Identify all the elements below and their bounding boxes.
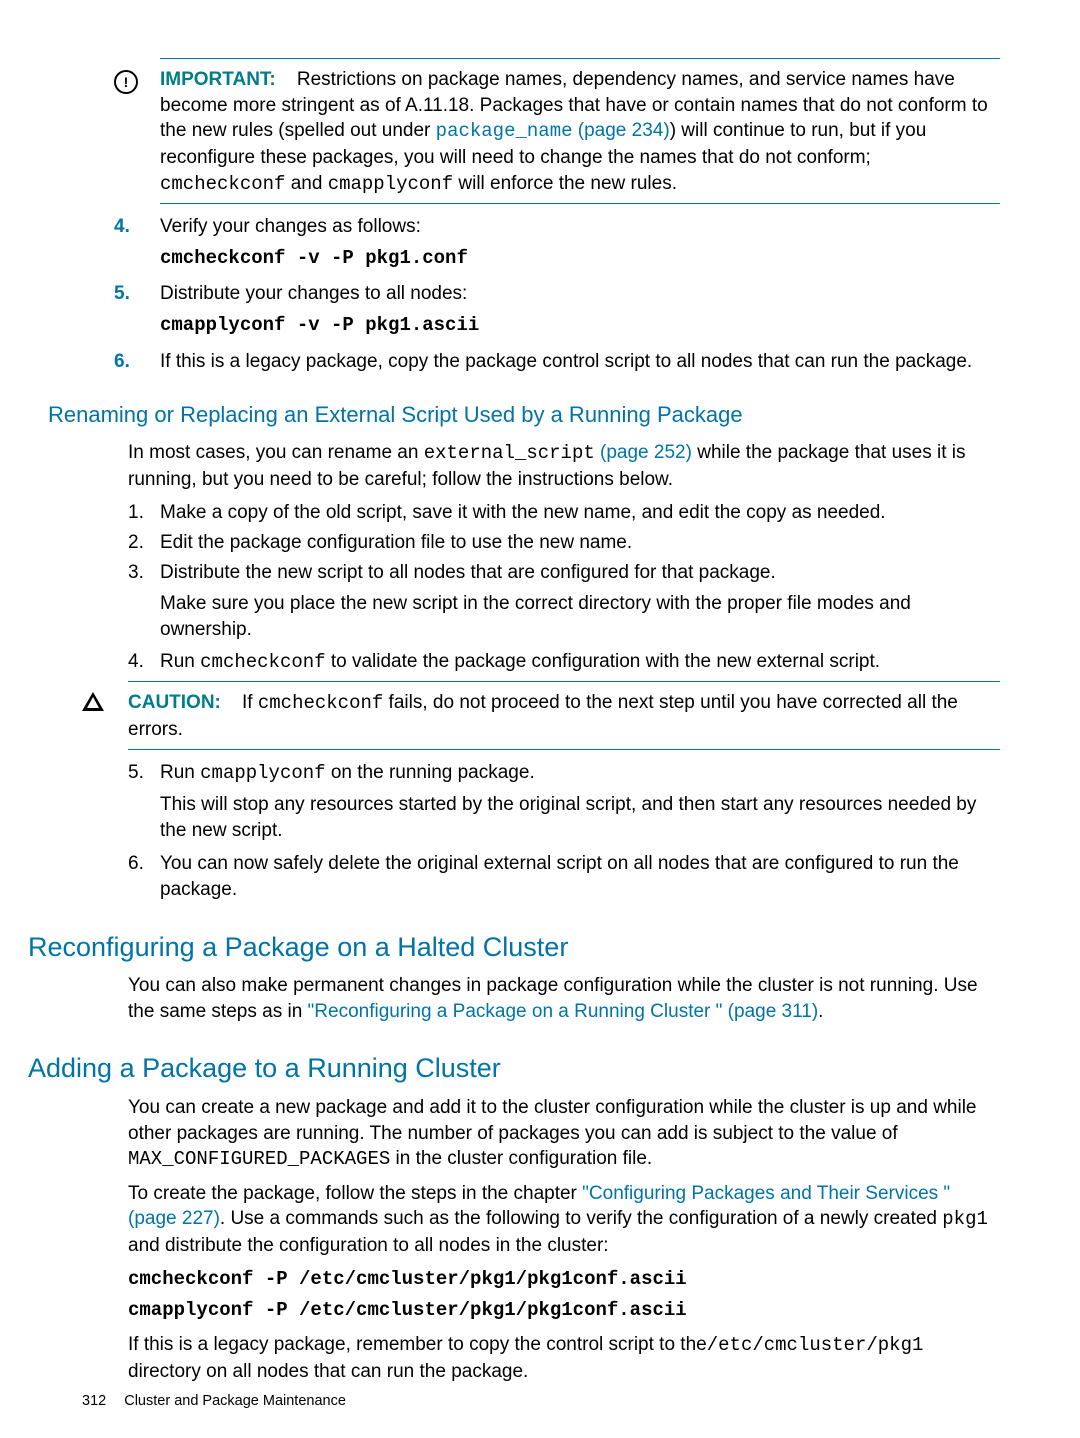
rename-step-6-number: 6. <box>128 851 160 902</box>
step-5-text: Distribute your changes to all nodes: <box>160 281 1000 307</box>
important-code-1: cmcheckconf <box>160 173 285 195</box>
adding-command-1: cmcheckconf -P /etc/cmcluster/pkg1/pkg1c… <box>128 1267 1000 1293</box>
heading-renaming-script: Renaming or Replacing an External Script… <box>48 400 1000 430</box>
adding-command-2: cmapplyconf -P /etc/cmcluster/pkg1/pkg1c… <box>128 1298 1000 1324</box>
adding-p3a: If this is a legacy package, remember to… <box>128 1334 707 1355</box>
step-5-command: cmapplyconf -v -P pkg1.ascii <box>160 313 1000 339</box>
adding-p2c: and distribute the configuration to all … <box>128 1235 609 1256</box>
caution-a: If <box>242 692 258 713</box>
important-mid: and <box>285 173 327 194</box>
rename-step-3-number: 3. <box>128 560 160 643</box>
important-label: IMPORTANT: <box>160 69 276 90</box>
step-4-command: cmcheckconf -v -P pkg1.conf <box>160 246 1000 272</box>
adding-code-3: /etc/cmcluster/pkg1 <box>707 1334 924 1356</box>
caution-label: CAUTION: <box>128 692 221 713</box>
rename-link-page[interactable]: (page 252) <box>595 442 692 463</box>
rename-step-5b: on the running package. <box>326 762 535 783</box>
rename-step-1: Make a copy of the old script, save it w… <box>160 500 1000 526</box>
step-5-number: 5. <box>114 281 160 307</box>
heading-adding-package: Adding a Package to a Running Cluster <box>28 1050 1000 1086</box>
caution-icon <box>82 690 128 719</box>
rename-step-4-code: cmcheckconf <box>200 651 325 673</box>
rename-step-4b: to validate the package configuration wi… <box>326 651 881 672</box>
rename-step-2-number: 2. <box>128 530 160 556</box>
step-4-text: Verify your changes as follows: <box>160 214 1000 240</box>
footer-page-number: 312 <box>82 1393 106 1409</box>
adding-p1a: You can create a new package and add it … <box>128 1097 977 1144</box>
package-name-link-code[interactable]: package_name <box>436 120 573 142</box>
step-6-number: 6. <box>114 349 160 375</box>
rename-step-5-code: cmapplyconf <box>200 762 325 784</box>
rename-step-6: You can now safely delete the original e… <box>160 851 1000 902</box>
rename-intro-1: In most cases, you can rename an <box>128 442 424 463</box>
adding-p1b: in the cluster configuration file. <box>390 1148 652 1169</box>
adding-p3b: directory on all nodes that can run the … <box>128 1361 528 1382</box>
important-icon: ! <box>114 67 160 95</box>
package-name-link-page[interactable]: (page 234) <box>573 120 670 141</box>
rename-code: external_script <box>424 442 595 464</box>
adding-p2a: To create the package, follow the steps … <box>128 1183 582 1204</box>
rename-step-1-number: 1. <box>128 500 160 526</box>
rename-step-5a: Run <box>160 762 200 783</box>
heading-halted-cluster: Reconfiguring a Package on a Halted Clus… <box>28 929 1000 965</box>
caution-code: cmcheckconf <box>258 692 383 714</box>
step-4-number: 4. <box>114 214 160 240</box>
important-code-2: cmapplyconf <box>328 173 453 195</box>
rename-step-3: Distribute the new script to all nodes t… <box>160 560 1000 586</box>
rename-step-5c: This will stop any resources started by … <box>160 792 1000 843</box>
halted-p2: . <box>818 1001 823 1022</box>
adding-code-1: MAX_CONFIGURED_PACKAGES <box>128 1148 390 1170</box>
rename-step-5-number: 5. <box>128 760 160 844</box>
step-6-text: If this is a legacy package, copy the pa… <box>160 349 1000 375</box>
halted-link[interactable]: "Reconfiguring a Package on a Running Cl… <box>308 1001 819 1022</box>
important-body-3: will enforce the new rules. <box>453 173 677 194</box>
rename-step-3b: Make sure you place the new script in th… <box>160 591 1000 642</box>
adding-p2b: . Use a commands such as the following t… <box>220 1208 942 1229</box>
rename-step-4-number: 4. <box>128 649 160 676</box>
footer-text: Cluster and Package Maintenance <box>124 1393 346 1409</box>
adding-code-2: pkg1 <box>942 1208 988 1230</box>
rename-step-2: Edit the package configuration file to u… <box>160 530 1000 556</box>
rename-step-4a: Run <box>160 651 200 672</box>
